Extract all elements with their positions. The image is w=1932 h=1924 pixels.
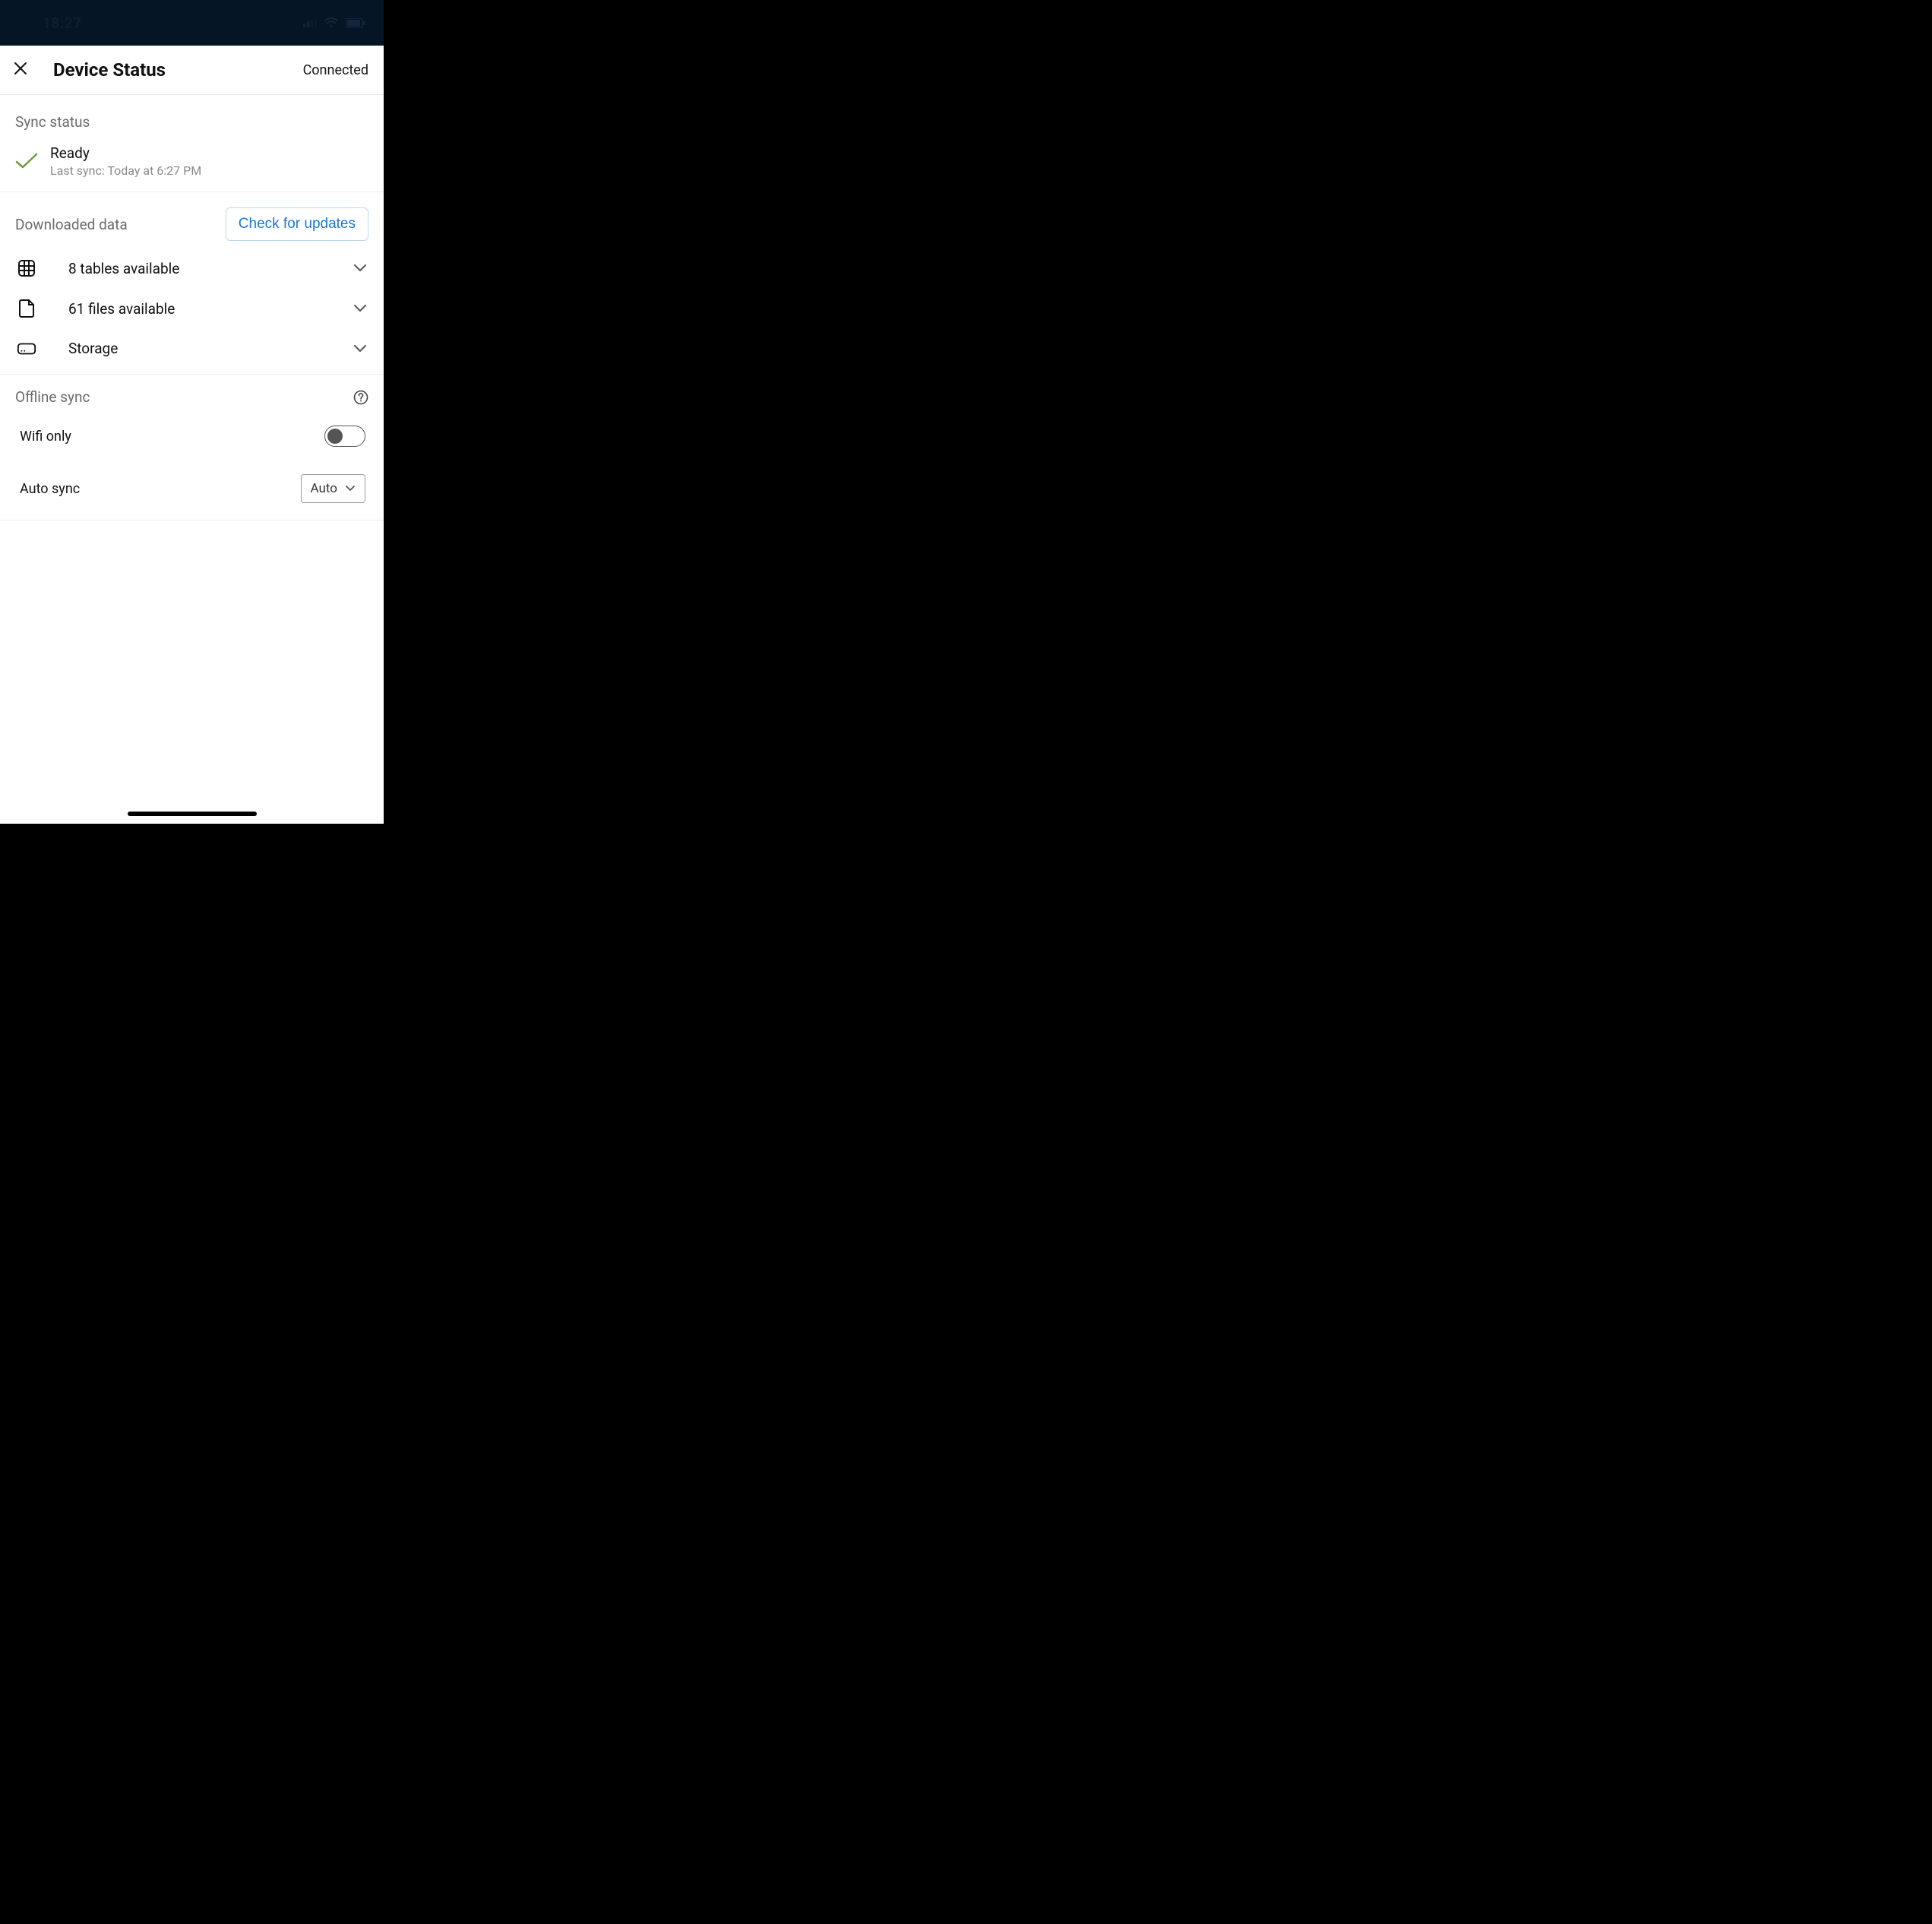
checkmark-icon	[15, 153, 38, 169]
files-label: 61 files available	[58, 300, 330, 318]
offline-sync-heading: Offline sync	[15, 388, 90, 406]
page-title: Device Status	[53, 59, 166, 81]
device-status-panel: 18:27 Device Status Connected Sync statu…	[0, 0, 384, 824]
sync-status-heading: Sync status	[0, 113, 384, 131]
sync-status-section: Sync status Ready Last sync: Today at 6:…	[0, 95, 384, 192]
status-bar: 18:27	[0, 0, 384, 46]
sync-status-row: Ready Last sync: Today at 6:27 PM	[0, 131, 384, 192]
files-row[interactable]: 61 files available	[0, 288, 384, 329]
wifi-icon	[324, 17, 338, 28]
wifi-only-label: Wifi only	[20, 429, 71, 445]
home-indicator[interactable]	[128, 812, 257, 816]
auto-sync-select[interactable]: Auto	[301, 474, 365, 503]
file-icon	[17, 299, 36, 318]
tables-row[interactable]: 8 tables available	[0, 248, 384, 288]
help-icon	[353, 394, 368, 408]
chevron-down-icon	[352, 304, 368, 313]
cellular-icon	[303, 18, 317, 27]
storage-icon	[17, 342, 36, 356]
sync-ready-label: Ready	[50, 144, 201, 162]
tables-label: 8 tables available	[58, 260, 330, 277]
status-bar-time: 18:27	[43, 14, 81, 32]
offline-sync-section: Offline sync Wifi only Auto sync Auto	[0, 375, 384, 521]
grid-icon	[17, 259, 36, 277]
header: Device Status Connected	[0, 46, 384, 95]
auto-sync-row: Auto sync Auto	[0, 460, 384, 517]
storage-row[interactable]: Storage	[0, 329, 384, 368]
downloaded-data-heading: Downloaded data	[15, 216, 128, 233]
close-button[interactable]	[12, 62, 29, 78]
connection-status: Connected	[303, 62, 368, 78]
chevron-down-icon	[352, 264, 368, 273]
battery-icon	[346, 18, 365, 28]
wifi-only-row: Wifi only	[0, 412, 384, 460]
auto-sync-label: Auto sync	[20, 481, 80, 497]
auto-sync-value: Auto	[311, 481, 337, 496]
check-updates-button[interactable]: Check for updates	[226, 207, 368, 241]
wifi-only-toggle[interactable]	[324, 426, 365, 447]
chevron-down-icon	[352, 344, 368, 353]
chevron-down-icon	[345, 485, 356, 492]
storage-label: Storage	[58, 340, 330, 357]
downloaded-data-section: Downloaded data Check for updates 8 tabl…	[0, 192, 384, 375]
sync-last-sync: Last sync: Today at 6:27 PM	[50, 163, 201, 178]
close-icon	[14, 62, 27, 78]
status-bar-icons	[303, 17, 365, 28]
help-button[interactable]	[353, 390, 368, 405]
toggle-knob	[327, 429, 343, 444]
